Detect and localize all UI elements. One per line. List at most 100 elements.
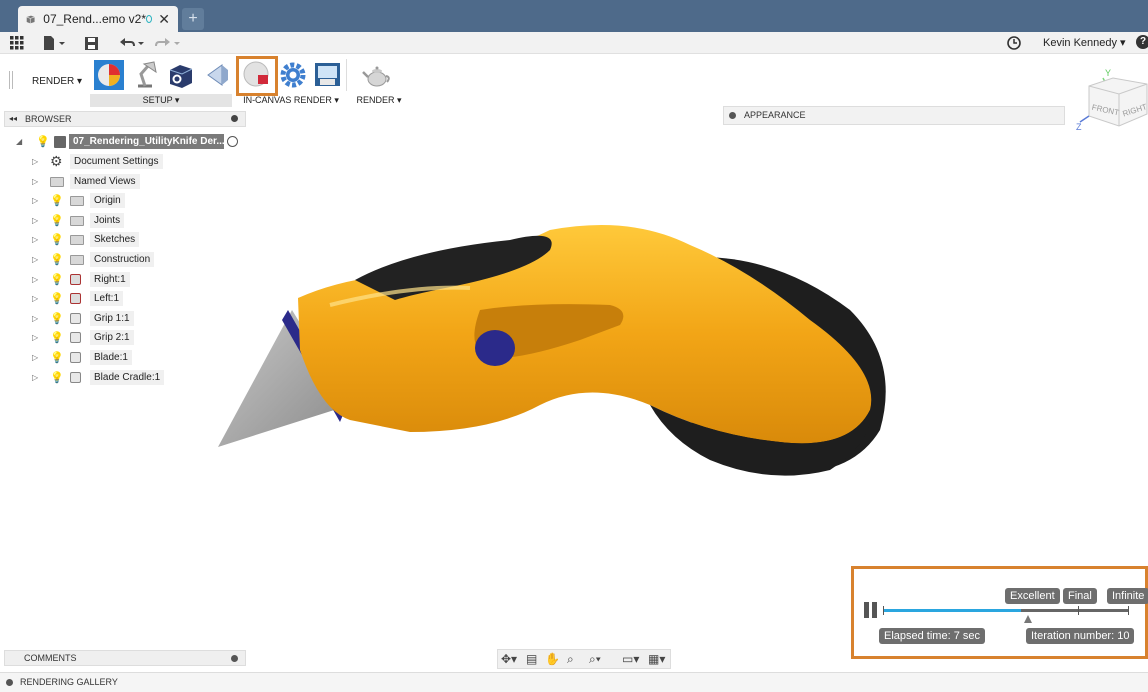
sync-status-icon (146, 15, 153, 23)
utility-knife-model[interactable] (210, 210, 910, 500)
file-menu-icon[interactable] (43, 35, 67, 51)
browser-tree-item-label: Construction (90, 252, 155, 267)
close-tab-icon[interactable]: ✕ (158, 11, 170, 28)
folder-icon (70, 196, 84, 206)
progress-tick (1128, 606, 1129, 615)
progress-tick (1078, 606, 1079, 615)
expand-gallery-icon[interactable] (6, 679, 13, 686)
user-menu[interactable]: Kevin Kennedy ▾ (1043, 36, 1126, 49)
browser-tree-item[interactable]: ▷ ⚙ Document Settings (32, 153, 232, 170)
title-bar: 07_Rend...emo v2* ✕ + (0, 0, 1148, 32)
visibility-bulb-icon[interactable]: 💡 (50, 193, 64, 209)
orbit-icon[interactable]: ✥▾ (501, 652, 517, 666)
expand-triangle-icon[interactable]: ▷ (32, 174, 40, 190)
decal-icon[interactable] (202, 60, 232, 90)
browser-tree-item[interactable]: ▷ 💡 Origin (32, 193, 232, 209)
root-component-icon (54, 136, 66, 148)
browser-root-row[interactable]: ◢ 💡 07_Rendering_UtilityKnife Der... (16, 134, 246, 150)
render-panel-menu[interactable]: RENDER ▾ (350, 94, 408, 107)
expand-triangle-icon[interactable]: ▷ (32, 350, 40, 366)
pause-render-button[interactable] (864, 602, 878, 618)
browser-tree-item[interactable]: ▷ 💡 Construction (32, 252, 232, 268)
collapse-triangle-icon[interactable]: ◢ (16, 134, 24, 150)
redo-icon[interactable] (153, 35, 181, 51)
texture-map-icon[interactable] (166, 60, 196, 90)
collapse-browser-icon[interactable]: ◂◂ (9, 114, 17, 123)
quality-excellent-label[interactable]: Excellent (1005, 588, 1060, 604)
expand-triangle-icon[interactable]: ▷ (32, 252, 40, 268)
visibility-bulb-icon[interactable]: 💡 (50, 370, 64, 386)
appearance-lamp-icon[interactable] (130, 60, 160, 90)
setup-panel-menu[interactable]: SETUP ▾ (90, 94, 232, 107)
browser-tree-item[interactable]: ▷ 💡 Left:1 (32, 291, 232, 307)
new-tab-button[interactable]: + (182, 8, 204, 30)
expand-triangle-icon[interactable]: ▷ (32, 311, 40, 327)
visibility-bulb-icon[interactable]: 💡 (50, 311, 64, 327)
body-icon (70, 332, 81, 343)
rendering-gallery-bar[interactable]: RENDERING GALLERY (0, 672, 1148, 692)
expand-triangle-icon[interactable]: ▷ (32, 330, 40, 346)
expand-appearance-icon[interactable] (729, 112, 736, 119)
display-settings-icon[interactable]: ▭▾ (622, 652, 639, 666)
quality-final-label[interactable]: Final (1063, 588, 1097, 604)
quality-infinite-label[interactable]: Infinite (1107, 588, 1148, 604)
visibility-bulb-icon[interactable]: 💡 (50, 213, 64, 229)
apps-grid-icon[interactable] (10, 36, 24, 50)
visibility-bulb-icon[interactable]: 💡 (50, 252, 64, 268)
browser-header: ◂◂ BROWSER (4, 111, 246, 127)
pan-hand-icon[interactable]: ✋ (545, 652, 560, 666)
expand-triangle-icon[interactable]: ▷ (32, 154, 40, 170)
add-comment-icon[interactable] (231, 655, 238, 662)
help-icon[interactable]: ? (1136, 35, 1148, 49)
expand-triangle-icon[interactable]: ▷ (32, 370, 40, 386)
browser-tree-item[interactable]: ▷ 💡 Sketches (32, 232, 232, 248)
look-at-icon[interactable]: ▤ (526, 652, 537, 666)
activate-radio-icon[interactable] (227, 136, 238, 147)
job-status-clock-icon[interactable] (1007, 35, 1021, 51)
visibility-bulb-icon[interactable]: 💡 (50, 291, 64, 307)
visibility-bulb-icon[interactable]: 💡 (50, 232, 64, 248)
capture-image-icon[interactable] (313, 60, 343, 90)
progress-tick (883, 606, 884, 615)
folder-icon (50, 177, 64, 187)
view-cube[interactable]: Y FRONT RIGHT Z (1075, 66, 1148, 136)
browser-tree-item-label: Origin (90, 193, 125, 208)
visibility-bulb-icon[interactable]: 💡 (50, 350, 64, 366)
quality-target-marker[interactable] (1024, 615, 1032, 623)
axis-z-label: Z (1076, 122, 1082, 132)
visibility-bulb-icon[interactable]: 💡 (50, 330, 64, 346)
browser-tree-item[interactable]: ▷ 💡 Right:1 (32, 272, 232, 288)
expand-triangle-icon[interactable]: ▷ (32, 232, 40, 248)
workspace-switcher[interactable]: RENDER ▾ (32, 76, 82, 87)
browser-tree-item-label: Blade Cradle:1 (90, 370, 165, 385)
component-icon (70, 293, 81, 304)
visibility-bulb-icon[interactable]: 💡 (50, 272, 64, 288)
comments-panel-header[interactable]: COMMENTS (4, 650, 246, 666)
render-settings-gear-icon[interactable] (278, 60, 308, 90)
browser-tree-item[interactable]: ▷ 💡 Blade:1 (32, 350, 232, 366)
zoom-window-icon[interactable]: ⌕▾ (589, 652, 601, 667)
document-tab[interactable]: 07_Rend...emo v2* ✕ (18, 6, 178, 32)
browser-tree-item[interactable]: ▷ 💡 Grip 1:1 (32, 311, 232, 327)
browser-tree-item-label: Named Views (70, 174, 140, 189)
browser-tree-item[interactable]: ▷ Named Views (32, 174, 232, 190)
expand-triangle-icon[interactable]: ▷ (32, 193, 40, 209)
expand-triangle-icon[interactable]: ▷ (32, 272, 40, 288)
browser-tree-item-label: Grip 1:1 (90, 311, 134, 326)
zoom-icon[interactable]: ⌕ (567, 652, 574, 667)
save-icon[interactable] (84, 35, 99, 51)
browser-tree-item[interactable]: ▷ 💡 Joints (32, 213, 232, 229)
scene-settings-icon[interactable] (94, 60, 124, 90)
render-teapot-icon[interactable] (362, 60, 392, 90)
undo-icon[interactable] (117, 35, 145, 51)
component-icon (70, 274, 81, 285)
expand-triangle-icon[interactable]: ▷ (32, 213, 40, 229)
visibility-bulb-icon[interactable]: 💡 (36, 134, 50, 150)
browser-tree-item[interactable]: ▷ 💡 Grip 2:1 (32, 330, 232, 346)
browser-tree-item[interactable]: ▷ 💡 Blade Cradle:1 (32, 370, 232, 386)
expand-triangle-icon[interactable]: ▷ (32, 291, 40, 307)
grid-settings-icon[interactable]: ▦▾ (648, 652, 665, 666)
browser-pin-icon[interactable] (231, 115, 238, 122)
appearance-panel-header[interactable]: APPEARANCE (723, 106, 1065, 125)
toolbar-grip[interactable] (9, 71, 13, 89)
